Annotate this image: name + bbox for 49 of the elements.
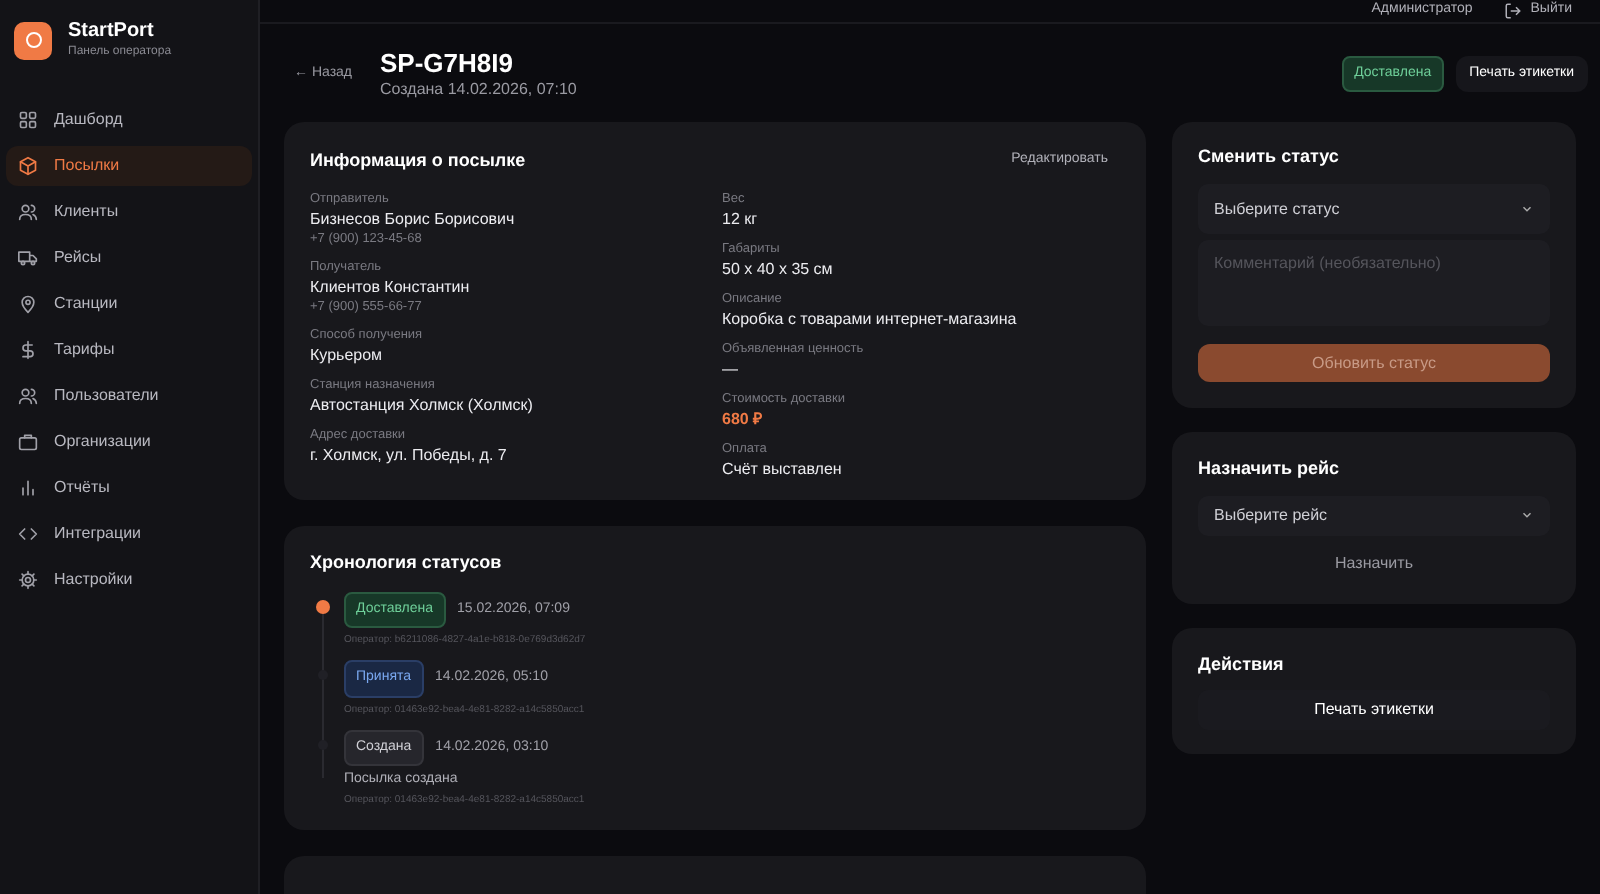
brand-name: StartPort (68, 20, 156, 44)
nav-item[interactable]: Настройки (6, 560, 252, 600)
field-value: Курьером (310, 344, 385, 366)
nav-item[interactable]: Рейсы (6, 238, 252, 278)
nav-item[interactable]: Организации (6, 422, 252, 462)
logout-icon (1504, 1, 1523, 20)
nav-item[interactable]: Отчёты (6, 468, 252, 508)
nav-item[interactable]: Тарифы (6, 330, 252, 370)
code-icon (18, 524, 38, 544)
comment-field[interactable]: Комментарий (необязательно) (1198, 240, 1550, 326)
logo-icon (14, 21, 52, 59)
truck-icon (18, 248, 38, 268)
status-select[interactable]: Выберите статус (1198, 184, 1550, 234)
field-value: 50 x 40 x 35 см (722, 258, 835, 280)
parcel-number: SP-G7H8I9 (380, 47, 515, 77)
users-icon (18, 202, 38, 222)
card-title: Назначить рейс (1198, 456, 1342, 482)
card-title: Хронология статусов (310, 550, 504, 576)
nav-item[interactable]: Интеграции (6, 514, 252, 554)
users-icon (18, 386, 38, 406)
field-value: Счёт выставлен (722, 458, 844, 480)
field-value: Бизнесов Борис Борисович (310, 208, 517, 230)
field-value: Коробка с товарами интернет-магазина (722, 308, 1017, 330)
field-value: 680 ₽ (722, 408, 766, 430)
chevron-down-icon (1520, 508, 1534, 522)
settings-icon (18, 570, 38, 590)
cube-icon (18, 156, 38, 176)
nav-item[interactable]: Дашборд (6, 100, 252, 140)
created-date: Создана 14.02.2026, 07:10 (380, 77, 577, 101)
field-value: — (722, 358, 740, 380)
grid-icon (18, 110, 38, 130)
chevron-down-icon (1520, 202, 1534, 216)
card-title: Сменить статус (1198, 143, 1341, 170)
field-value: 12 кг (722, 208, 760, 230)
dollar-icon (18, 340, 38, 360)
trip-select[interactable]: Выберите рейс (1198, 495, 1550, 535)
field-value: Автостанция Холмск (Холмск) (310, 394, 535, 416)
nav-item[interactable]: Клиенты (6, 192, 252, 232)
nav-item[interactable]: Пользователи (6, 376, 252, 416)
card-title: Информация о посылке (310, 147, 526, 174)
briefcase-icon (18, 432, 38, 452)
nav-item[interactable]: Станции (6, 284, 252, 324)
card-title: Действия (1198, 651, 1286, 678)
field-value: Клиентов Константин (310, 276, 472, 298)
assign-button[interactable]: Назначить (1198, 547, 1550, 579)
map-pin-icon (18, 294, 38, 314)
bar-chart-icon (18, 478, 38, 498)
field-value: г. Холмск, ул. Победы, д. 7 (310, 444, 509, 466)
nav-item[interactable]: Посылки (6, 146, 252, 186)
